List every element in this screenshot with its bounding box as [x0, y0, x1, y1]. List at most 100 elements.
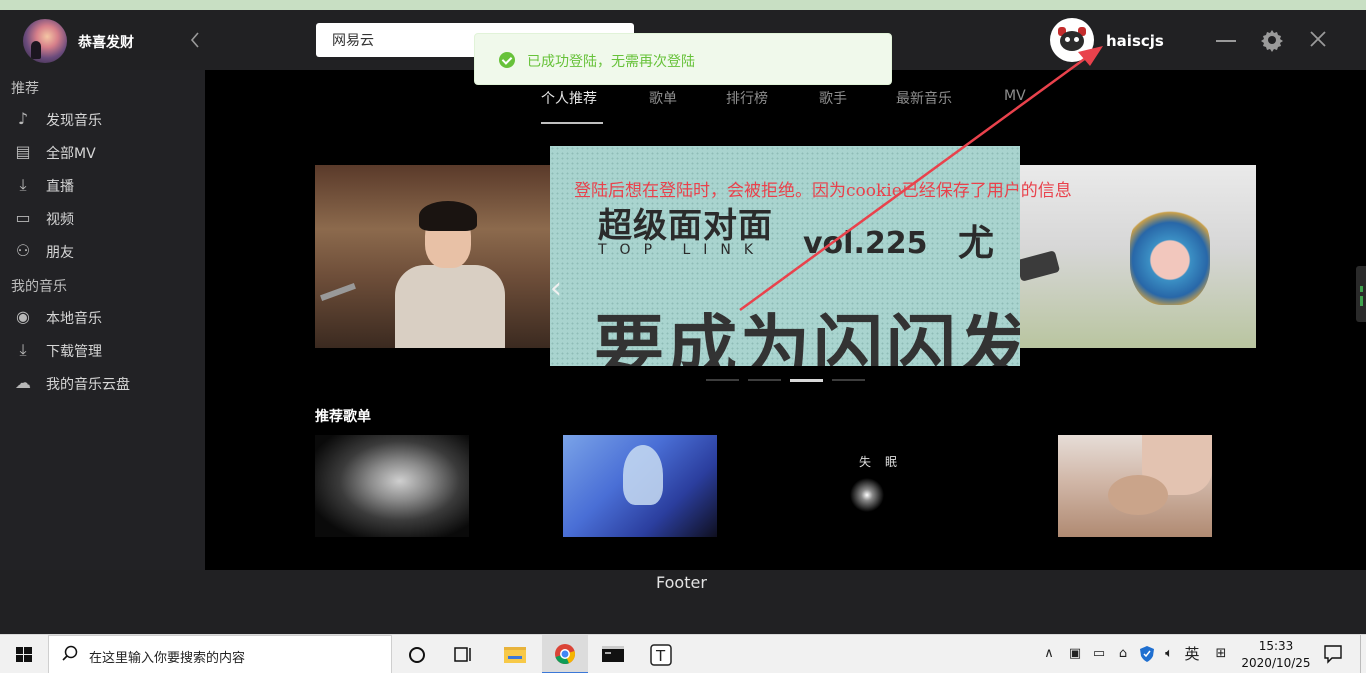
- tray-app-icon[interactable]: ▣: [1066, 645, 1084, 663]
- mv-icon: ▤: [15, 142, 31, 161]
- playlist-card[interactable]: [315, 435, 469, 537]
- app-avatar[interactable]: [23, 19, 67, 63]
- sidebar-item-downloads[interactable]: ⤓ 下载管理: [0, 335, 205, 365]
- sidebar-item-label: 本地音乐: [46, 311, 102, 327]
- minimize-button[interactable]: [1216, 40, 1236, 42]
- tray-volume-icon[interactable]: 🔈︎: [1160, 645, 1178, 663]
- sidebar-item-all-mv[interactable]: ▤ 全部MV: [0, 137, 205, 167]
- search-icon: [62, 645, 78, 661]
- terminal-button[interactable]: [590, 635, 636, 673]
- video-icon: ▭: [15, 208, 31, 227]
- sidebar-item-label: 我的音乐云盘: [46, 377, 130, 393]
- back-button[interactable]: [184, 28, 206, 52]
- clock-time[interactable]: 15:33: [1246, 639, 1306, 653]
- music-note-icon: ♪: [17, 109, 29, 128]
- disc-icon: ◉: [16, 307, 30, 326]
- windows-logo-icon: [16, 647, 32, 662]
- sidebar-section-title: 推荐: [11, 81, 39, 97]
- download-icon: ⤓: [19, 340, 27, 359]
- cloud-icon: ☁: [15, 373, 31, 392]
- sidebar-item-label: 直播: [46, 179, 74, 195]
- chevron-left-icon: [190, 32, 199, 48]
- banner-dot[interactable]: [706, 379, 739, 381]
- start-button[interactable]: [0, 635, 48, 673]
- friends-icon: ⚇: [15, 241, 31, 260]
- typora-icon: T: [650, 644, 672, 666]
- sidebar-item-local-music[interactable]: ◉ 本地音乐: [0, 302, 205, 332]
- taskbar-search-placeholder: 在这里输入你要搜索的内容: [89, 651, 246, 666]
- settings-button[interactable]: [1260, 28, 1284, 52]
- taskbar-search-box[interactable]: 在这里输入你要搜索的内容: [48, 635, 392, 673]
- banner-slide-prev[interactable]: [315, 165, 555, 348]
- active-tab-indicator: [541, 122, 603, 124]
- sidebar-item-video[interactable]: ▭ 视频: [0, 203, 205, 233]
- download-icon: ⤓: [19, 175, 27, 194]
- success-toast: 已成功登陆，无需再次登陆: [474, 33, 892, 85]
- sidebar-item-label: 视频: [46, 212, 74, 228]
- close-icon: [1310, 31, 1326, 47]
- folder-icon: [504, 647, 526, 663]
- side-scroll-handle[interactable]: [1356, 266, 1366, 322]
- sidebar-item-label: 全部MV: [46, 146, 96, 162]
- chrome-button[interactable]: [542, 635, 588, 673]
- banner-pagination: [706, 379, 866, 382]
- banner-dot-active[interactable]: [790, 379, 823, 382]
- sidebar-item-label: 发现音乐: [46, 113, 102, 129]
- banner-big-text: 要成为闪闪发: [594, 307, 1020, 366]
- task-view-button[interactable]: [440, 635, 486, 673]
- tray-network-icon[interactable]: ⌂: [1114, 645, 1132, 663]
- banner-name: 尤: [958, 223, 995, 264]
- tab-personal-recommend[interactable]: 个人推荐: [541, 88, 597, 108]
- playlist-card-text: 失眠: [859, 455, 912, 469]
- playlist-card[interactable]: [1058, 435, 1212, 537]
- sidebar-item-label: 朋友: [46, 245, 74, 261]
- tray-defender-icon[interactable]: [1138, 645, 1156, 663]
- sidebar-item-discover[interactable]: ♪ 发现音乐: [0, 104, 205, 134]
- top-strip: [0, 0, 1366, 10]
- chrome-icon: [555, 644, 575, 665]
- banner-title: 超级面对面: [598, 206, 773, 246]
- check-circle-icon: [499, 52, 515, 68]
- close-button[interactable]: [1306, 26, 1330, 52]
- tab-charts[interactable]: 排行榜: [726, 88, 768, 108]
- ime-indicator[interactable]: 英: [1183, 645, 1201, 663]
- main-content: 个人推荐 歌单 排行榜 歌手 最新音乐 MV 超级面对面 TOP LINK vo…: [205, 70, 1366, 570]
- username[interactable]: haiscjs: [1106, 32, 1164, 50]
- banner-dot[interactable]: [832, 379, 865, 381]
- user-avatar[interactable]: [1050, 18, 1094, 62]
- cortana-circle-icon: [409, 647, 425, 663]
- banner-vol: vol.225: [803, 226, 928, 261]
- sidebar-item-label: 下载管理: [46, 344, 102, 360]
- sidebar: 推荐 ♪ 发现音乐 ▤ 全部MV ⤓ 直播 ▭ 视频 ⚇ 朋友 我的音乐 ◉ 本…: [0, 70, 205, 570]
- file-explorer-button[interactable]: [492, 635, 538, 673]
- tab-playlists[interactable]: 歌单: [649, 88, 677, 108]
- tab-new-music[interactable]: 最新音乐: [896, 88, 952, 108]
- sidebar-item-cloud-disk[interactable]: ☁ 我的音乐云盘: [0, 368, 205, 398]
- tray-chevron-up-icon[interactable]: ∧: [1040, 645, 1058, 663]
- svg-text:T: T: [655, 647, 666, 665]
- notification-icon: [1324, 645, 1342, 664]
- notification-button[interactable]: [1322, 644, 1344, 664]
- tab-artists[interactable]: 歌手: [819, 88, 847, 108]
- sidebar-section-title: 我的音乐: [11, 279, 67, 295]
- cortana-button[interactable]: [394, 635, 440, 673]
- tab-mv[interactable]: MV: [1004, 88, 1026, 104]
- annotation-text: 登陆后想在登陆时，会被拒绝。因为cookie已经保存了用户的信息: [574, 181, 1072, 201]
- tray-battery-icon[interactable]: ▭: [1090, 645, 1108, 663]
- banner-prev-arrow-icon[interactable]: ‹: [550, 271, 562, 306]
- playlist-card[interactable]: [563, 435, 717, 537]
- sidebar-item-friends[interactable]: ⚇ 朋友: [0, 236, 205, 266]
- app-name: 恭喜发财: [78, 35, 134, 51]
- recommend-playlists-title: 推荐歌单: [315, 409, 371, 425]
- tray-keyboard-icon[interactable]: ⊞: [1212, 645, 1230, 663]
- windows-taskbar: 在这里输入你要搜索的内容 T ∧ ▣ ▭ ⌂ 🔈︎ 英 ⊞ 15:33 2020…: [0, 634, 1366, 673]
- playlist-card[interactable]: 失眠: [811, 435, 965, 537]
- footer: Footer: [0, 570, 1366, 634]
- task-view-icon: [454, 647, 471, 662]
- show-desktop-button[interactable]: [1360, 635, 1366, 673]
- banner-dot[interactable]: [748, 379, 781, 381]
- typora-button[interactable]: T: [638, 635, 684, 673]
- clock-date[interactable]: 2020/10/25: [1236, 656, 1316, 670]
- sidebar-item-live[interactable]: ⤓ 直播: [0, 170, 205, 200]
- gear-icon: [1261, 30, 1283, 52]
